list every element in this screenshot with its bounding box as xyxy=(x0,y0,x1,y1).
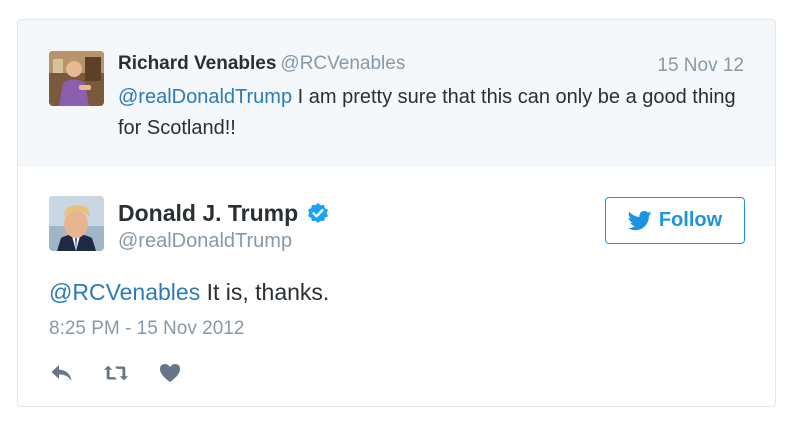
like-button[interactable] xyxy=(157,360,183,386)
main-author-name-row[interactable]: Donald J. Trump xyxy=(118,200,330,227)
main-author-handle[interactable]: @realDonaldTrump xyxy=(118,230,292,253)
embedded-tweet-card: Richard Venables @RCVenables 15 Nov 12 @r… xyxy=(17,19,776,407)
twitter-bird-icon xyxy=(627,210,652,230)
main-author-name[interactable]: Donald J. Trump xyxy=(118,200,298,227)
main-tweet-text: @RCVenables It is, thanks. xyxy=(49,279,329,306)
main-mention-link[interactable]: @RCVenables xyxy=(49,279,200,305)
like-icon xyxy=(160,364,180,382)
follow-button[interactable]: Follow xyxy=(605,197,745,244)
follow-button-label[interactable]: Follow xyxy=(659,209,722,232)
retweet-button[interactable] xyxy=(103,360,129,386)
tweet-actions xyxy=(49,360,211,386)
verified-badge-icon xyxy=(306,202,330,226)
parent-author-name-row[interactable]: Richard Venables @RCVenables xyxy=(118,53,405,75)
retweet-icon xyxy=(103,365,129,381)
parent-tweet: Richard Venables @RCVenables 15 Nov 12 @r… xyxy=(18,20,775,167)
parent-author-handle[interactable]: @RCVenables xyxy=(280,53,405,74)
parent-author-avatar[interactable] xyxy=(49,51,104,106)
parent-tweet-text: @realDonaldTrump I am pretty sure that t… xyxy=(118,82,738,144)
parent-tweet-date[interactable]: 15 Nov 12 xyxy=(657,55,744,77)
main-tweet-body: It is, thanks. xyxy=(200,279,330,305)
reply-icon xyxy=(51,365,72,381)
main-tweet-timestamp[interactable]: 8:25 PM - 15 Nov 2012 xyxy=(49,318,244,340)
reply-button[interactable] xyxy=(49,360,75,386)
parent-author-name[interactable]: Richard Venables xyxy=(118,53,276,74)
parent-mention-link[interactable]: @realDonaldTrump xyxy=(118,86,292,108)
main-author-avatar[interactable] xyxy=(49,196,104,251)
